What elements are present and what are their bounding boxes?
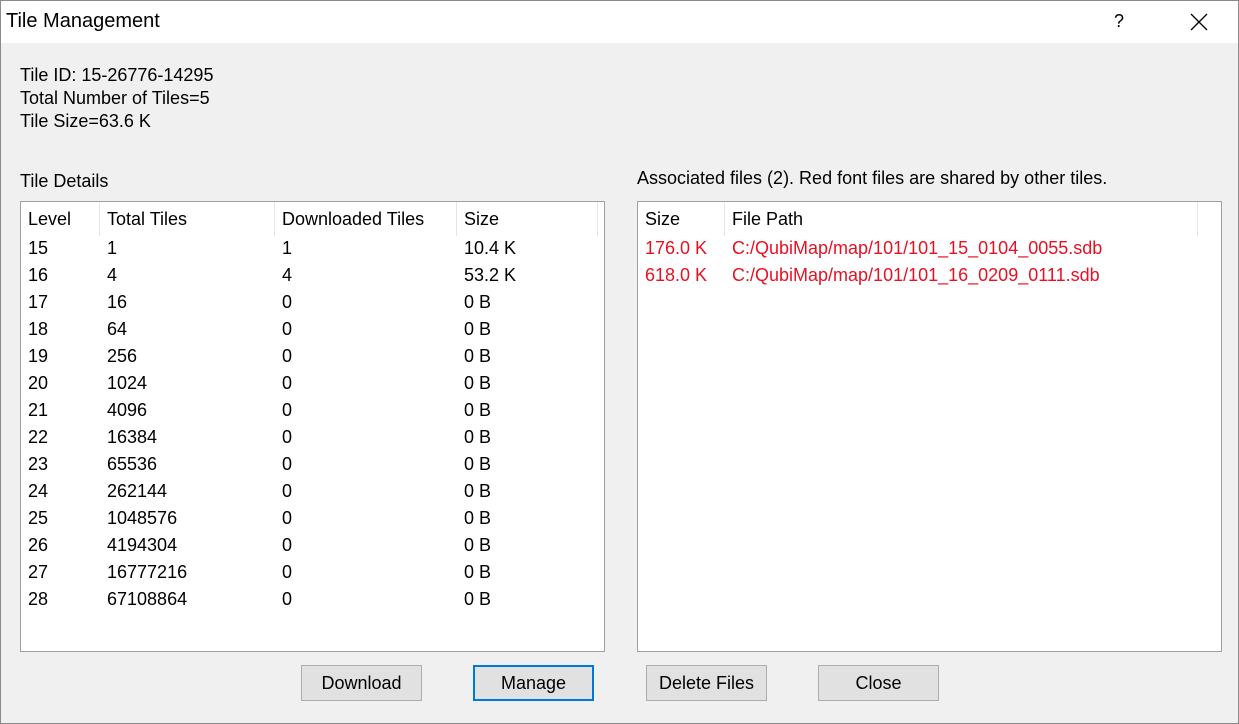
size-cell: 0 B	[464, 535, 492, 555]
size-cell: 0 B	[464, 562, 492, 582]
level-cell: 27	[28, 562, 49, 582]
level-cell: 25	[28, 508, 49, 528]
total-tiles-cell: 65536	[107, 454, 158, 474]
downloaded-cell: 0	[282, 589, 293, 609]
download-button[interactable]: Download	[301, 665, 422, 701]
downloaded-cell: 0	[282, 427, 293, 447]
downloaded-cell: 0	[282, 535, 293, 555]
close-window-button[interactable]	[1177, 1, 1221, 43]
level-cell: 21	[28, 400, 49, 420]
size-cell: 0 B	[464, 319, 492, 339]
level-cell: 19	[28, 346, 49, 366]
downloaded-cell: 0	[282, 400, 293, 420]
downloaded-cell: 1	[282, 238, 293, 258]
total-tiles-cell: 1048576	[107, 508, 178, 528]
downloaded-cell: 0	[282, 373, 293, 393]
table-row[interactable]: 20 1024 0 0 B	[21, 370, 604, 397]
file-size-cell: 176.0 K	[645, 238, 708, 258]
table-row[interactable]: 18 64 0 0 B	[21, 316, 604, 343]
size-cell: 0 B	[464, 292, 492, 312]
tile-management-dialog: Tile Management ? Tile ID: 15-26776-1429…	[0, 0, 1239, 724]
file-size-cell: 618.0 K	[645, 265, 708, 285]
level-cell: 20	[28, 373, 49, 393]
level-cell: 18	[28, 319, 49, 339]
total-tiles-cell: 67108864	[107, 589, 188, 609]
delete-files-button[interactable]: Delete Files	[646, 665, 767, 701]
table-row[interactable]: 17 16 0 0 B	[21, 289, 604, 316]
total-tiles-cell: 1	[107, 238, 118, 258]
total-tiles-cell: 1024	[107, 373, 148, 393]
total-tiles-cell: 16	[107, 292, 128, 312]
downloaded-cell: 0	[282, 454, 293, 474]
table-row[interactable]: 25 1048576 0 0 B	[21, 505, 604, 532]
close-button[interactable]: Close	[818, 665, 939, 701]
help-button[interactable]: ?	[1097, 1, 1141, 43]
total-tiles-cell: 4	[107, 265, 118, 285]
window-title: Tile Management	[6, 10, 160, 32]
size-cell: 53.2 K	[464, 265, 517, 285]
table-row[interactable]: 21 4096 0 0 B	[21, 397, 604, 424]
column-header-file-size[interactable]: Size	[638, 202, 725, 236]
level-cell: 28	[28, 589, 49, 609]
tile-id-text: Tile ID: 15-26776-14295	[20, 65, 214, 85]
table-row[interactable]: 22 16384 0 0 B	[21, 424, 604, 451]
close-icon	[1190, 13, 1208, 31]
downloaded-cell: 4	[282, 265, 293, 285]
size-cell: 0 B	[464, 400, 492, 420]
table-row[interactable]: 19 256 0 0 B	[21, 343, 604, 370]
size-cell: 0 B	[464, 454, 492, 474]
column-header-downloaded-tiles[interactable]: Downloaded Tiles	[275, 202, 457, 236]
total-tiles-cell: 16777216	[107, 562, 188, 582]
level-cell: 24	[28, 481, 49, 501]
level-cell: 26	[28, 535, 49, 555]
tile-size-text: Tile Size=63.6 K	[20, 111, 151, 131]
level-cell: 16	[28, 265, 49, 285]
level-cell: 22	[28, 427, 49, 447]
level-cell: 15	[28, 238, 49, 258]
downloaded-cell: 0	[282, 481, 293, 501]
total-tiles-text: Total Number of Tiles=5	[20, 88, 210, 108]
total-tiles-cell: 4096	[107, 400, 148, 420]
size-cell: 10.4 K	[464, 238, 517, 258]
size-cell: 0 B	[464, 508, 492, 528]
column-header-total-tiles[interactable]: Total Tiles	[100, 202, 275, 236]
size-cell: 0 B	[464, 589, 492, 609]
downloaded-cell: 0	[282, 319, 293, 339]
downloaded-cell: 0	[282, 562, 293, 582]
table-row[interactable]: 28 67108864 0 0 B	[21, 586, 604, 613]
tile-details-list[interactable]: Level Total Tiles Downloaded Tiles Size …	[20, 201, 605, 652]
file-path-cell: C:/QubiMap/map/101/101_15_0104_0055.sdb	[732, 238, 1103, 258]
list-item[interactable]: 618.0 K C:/QubiMap/map/101/101_16_0209_01…	[638, 262, 1221, 289]
column-header-file-path[interactable]: File Path	[725, 202, 1198, 236]
tile-details-label: Tile Details	[20, 171, 109, 191]
total-tiles-cell: 64	[107, 319, 128, 339]
column-header-level[interactable]: Level	[21, 202, 100, 236]
table-row[interactable]: 16 4 4 53.2 K	[21, 262, 604, 289]
table-row[interactable]: 15 1 1 10.4 K	[21, 235, 604, 262]
associated-files-list[interactable]: Size File Path 176.0 K C:/QubiMap/map/101…	[637, 201, 1222, 652]
size-cell: 0 B	[464, 481, 492, 501]
title-bar: Tile Management ?	[1, 1, 1238, 43]
total-tiles-cell: 4194304	[107, 535, 178, 555]
size-cell: 0 B	[464, 427, 492, 447]
downloaded-cell: 0	[282, 346, 293, 366]
level-cell: 23	[28, 454, 49, 474]
total-tiles-cell: 16384	[107, 427, 158, 447]
downloaded-cell: 0	[282, 508, 293, 528]
file-path-cell: C:/QubiMap/map/101/101_16_0209_0111.sdb	[732, 265, 1100, 285]
column-header-size[interactable]: Size	[457, 202, 598, 236]
downloaded-cell: 0	[282, 292, 293, 312]
total-tiles-cell: 262144	[107, 481, 168, 501]
manage-button[interactable]: Manage	[473, 665, 594, 701]
size-cell: 0 B	[464, 346, 492, 366]
table-row[interactable]: 23 65536 0 0 B	[21, 451, 604, 478]
level-cell: 17	[28, 292, 49, 312]
table-row[interactable]: 24 262144 0 0 B	[21, 478, 604, 505]
size-cell: 0 B	[464, 373, 492, 393]
associated-files-label: Associated files (2). Red font files are…	[637, 168, 1108, 188]
table-row[interactable]: 27 16777216 0 0 B	[21, 559, 604, 586]
list-item[interactable]: 176.0 K C:/QubiMap/map/101/101_15_0104_00…	[638, 235, 1221, 262]
total-tiles-cell: 256	[107, 346, 138, 366]
table-row[interactable]: 26 4194304 0 0 B	[21, 532, 604, 559]
